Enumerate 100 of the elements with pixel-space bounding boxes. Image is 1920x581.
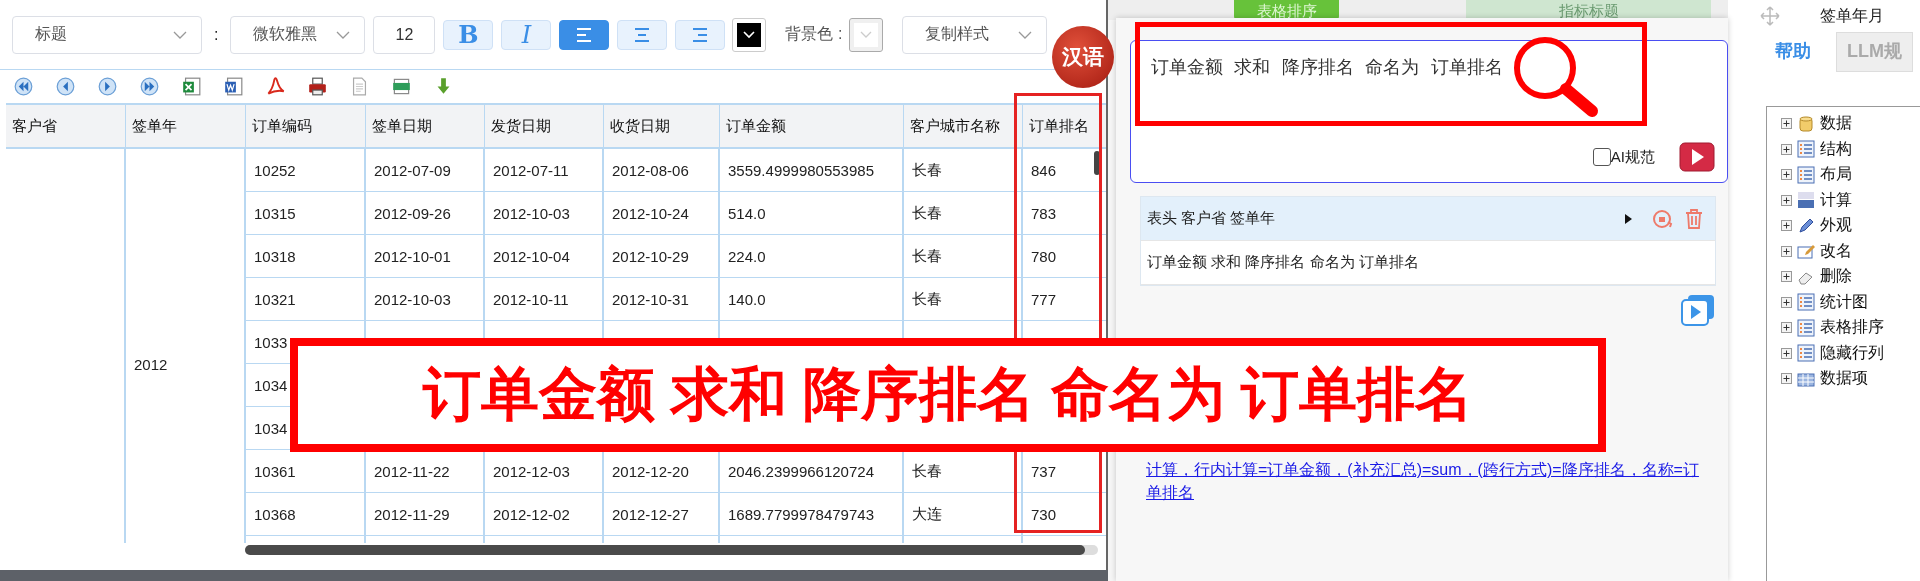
field-name: 签单年月 [1820,5,1884,26]
table-cell: 长春 [912,461,942,481]
separator-text: : [214,25,219,44]
column-header[interactable]: 签单年 [126,105,246,149]
table-cell: 2012-11-22 [374,462,450,480]
command-item[interactable]: 表头 客户省 签单年 [1141,197,1715,241]
list-icon [1797,293,1815,312]
caret-icon [1018,30,1033,39]
play-button[interactable] [1681,294,1715,326]
column-title: 指标标题 [1466,0,1711,20]
nav-next-icon[interactable] [98,76,117,96]
table-cell: 2012-10-11 [493,290,569,308]
font-size-field[interactable]: 12 [373,15,436,54]
table-cell: 长春 [912,160,942,180]
list-icon [1797,318,1815,337]
play-icon[interactable] [1623,212,1633,225]
tree-item[interactable]: 外观 [1820,215,1852,237]
query-input[interactable]: 订单金额 求和 降序排名 命名为 订单排名 AI规范 [1130,40,1728,183]
column-header[interactable]: 订单排名 [1023,105,1106,149]
style-select[interactable]: 标题 [12,15,202,54]
csv-file-icon[interactable] [392,76,411,96]
command-item[interactable]: 订单金额 求和 降序排名 命名为 订单排名 [1141,241,1715,285]
column-header[interactable]: 客户省 [6,105,126,149]
expand-icon[interactable] [1781,373,1792,385]
expand-icon[interactable] [1781,143,1792,155]
table-cell: 846 [1031,161,1057,179]
table-cell: 2012-12-20 [612,462,689,480]
column-header[interactable]: 发货日期 [485,105,604,149]
scrollbar-thumb[interactable] [1094,151,1100,175]
tree-item[interactable]: 表格排序 [1820,317,1884,339]
expand-icon[interactable] [1781,220,1792,232]
expand-icon[interactable] [1781,322,1792,334]
tree-item[interactable]: 结构 [1820,138,1852,160]
table-cell: 10315 [254,204,296,222]
document-icon[interactable] [224,76,243,96]
table-cell: 大连 [912,504,942,524]
print-icon[interactable] [308,76,327,96]
nav-first-icon[interactable] [14,76,33,96]
tree-item[interactable]: 改名 [1820,240,1852,262]
table-cell: 2046.2399966120724 [728,462,874,480]
command-link[interactable]: 计算，行内计算=订单金额，(补充汇总)=sum，(跨行方式)=降序排名，名称=订单排名 [1146,458,1706,504]
checkbox[interactable] [1592,148,1611,166]
table-cell: 10361 [254,462,296,480]
tree-item[interactable]: 数据项 [1820,368,1868,390]
column-header[interactable]: 收货日期 [604,105,720,149]
table-cell: 140.0 [728,290,766,308]
expand-icon[interactable] [1781,169,1792,181]
table-cell: 2012-12-27 [612,505,689,523]
column-header[interactable]: 客户城市名称 [904,105,1023,149]
caret-icon [173,30,187,39]
table-cell: 2012-07-11 [493,161,569,179]
tree-item[interactable]: 删除 [1820,266,1852,288]
tree-item[interactable]: 布局 [1820,164,1852,186]
checkbox-label: AI规范 [1610,147,1655,167]
text-color-picker[interactable] [733,18,766,51]
expand-icon[interactable] [1781,347,1792,359]
language-badge[interactable]: 汉语 [1052,26,1114,88]
copy-style-select[interactable]: 复制样式 [902,15,1048,54]
expand-icon[interactable] [1781,194,1792,206]
table-cell: 2012-10-01 [374,247,451,265]
font-select[interactable]: 微软雅黑 [230,15,366,54]
pdf-file-icon[interactable] [266,76,285,96]
table-cell: 777 [1031,290,1057,308]
table-cell: 2012-10-04 [493,247,570,265]
align-right-button[interactable] [675,19,726,50]
expand-icon[interactable] [1781,118,1792,130]
table-cell: 2012-08-06 [612,161,689,179]
scrollbar-thumb[interactable] [245,545,1085,555]
expand-icon[interactable] [1781,271,1792,283]
table-cell: 2012-10-29 [612,247,689,265]
expand-icon[interactable] [1781,296,1792,308]
nav-last-icon[interactable] [140,76,159,96]
column-header[interactable]: 签单日期 [366,105,485,149]
table-cell: 1034 [254,376,288,394]
tree-item[interactable]: 隐藏行列 [1820,342,1884,364]
table-cell: 3559.4999980553985 [728,161,874,179]
table-cell: 2012-12-03 [493,462,570,480]
background-color-picker[interactable] [850,18,883,51]
list-icon [1797,344,1815,363]
tree-item[interactable]: 统计图 [1820,291,1868,313]
run-button[interactable] [1679,142,1715,172]
spreadsheet-icon[interactable] [182,76,201,96]
move-icon [1760,6,1780,26]
background-color-label: 背景色 : [785,24,843,44]
table-cell: 2012-10-24 [612,204,689,222]
tree-item[interactable]: 数据 [1820,113,1852,135]
table-cell: 10368 [254,505,296,523]
align-center-button[interactable] [617,19,668,50]
tree-item[interactable]: 计算 [1820,189,1852,211]
table-cell: 2012-10-03 [493,204,570,222]
column-header[interactable]: 订单金额 [720,105,904,149]
table-cell: 2012 [134,355,168,373]
table-cell: 长春 [912,289,942,309]
table-cell: 737 [1031,462,1057,480]
table-cell: 1689.7799978479743 [728,505,874,523]
align-left-button[interactable] [559,19,610,50]
nav-prev-icon[interactable] [56,76,75,96]
column-header[interactable]: 订单编码 [246,105,366,149]
expand-icon[interactable] [1781,245,1792,257]
table-cell: 长春 [912,246,942,266]
